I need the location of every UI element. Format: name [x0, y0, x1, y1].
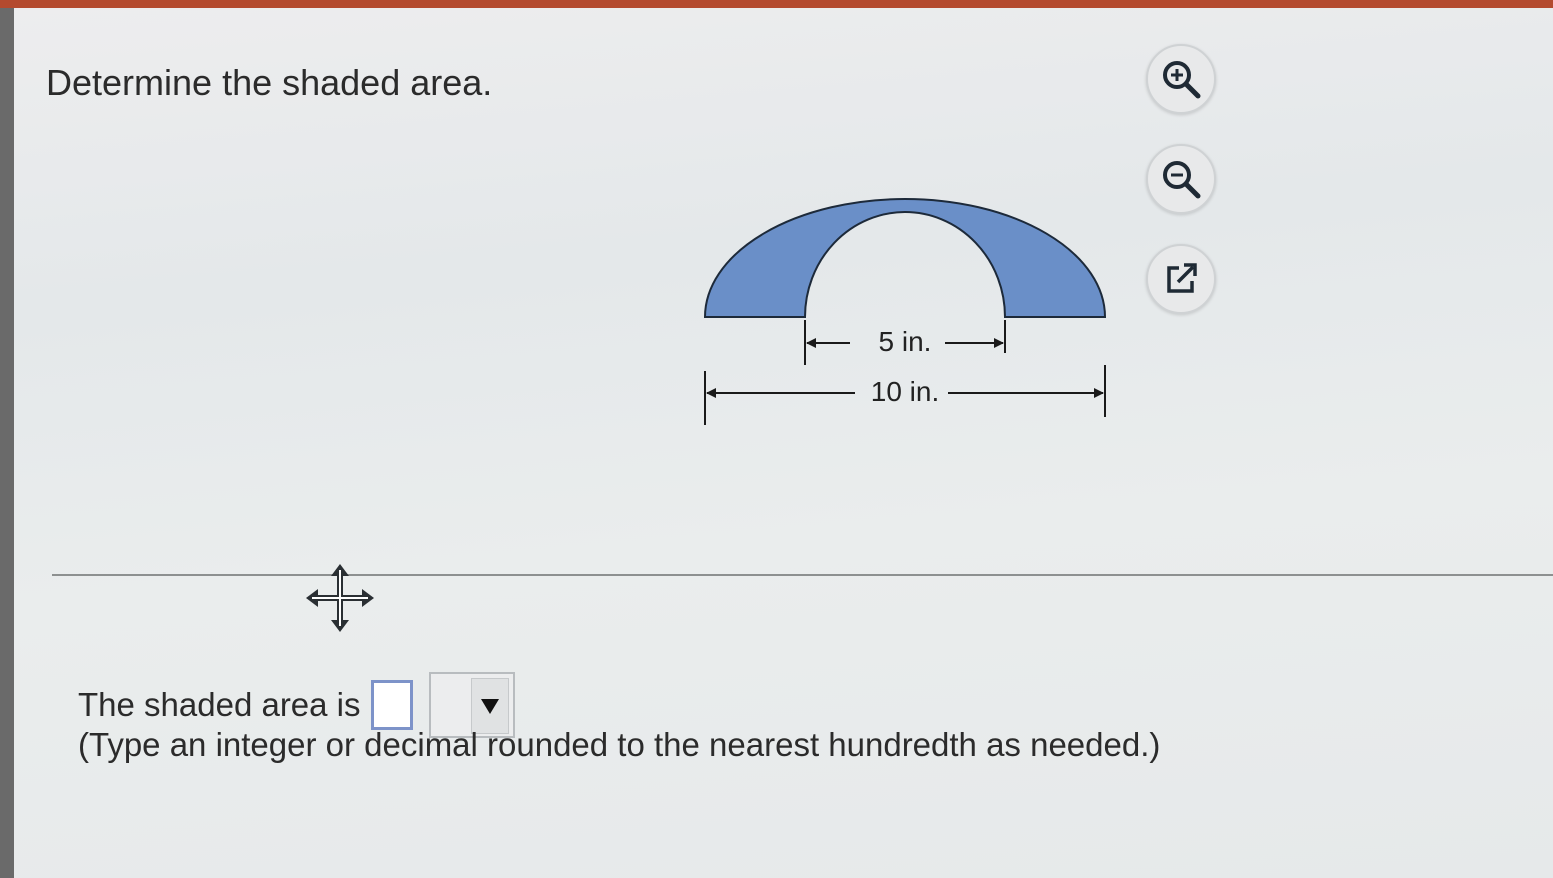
- zoom-out-button[interactable]: [1146, 144, 1216, 214]
- answer-hint: (Type an integer or decimal rounded to t…: [78, 726, 1161, 763]
- popout-icon: [1167, 263, 1197, 293]
- inner-dimension-label: 5 in.: [879, 326, 932, 357]
- left-edge-bar: [0, 8, 14, 878]
- move-handle[interactable]: [304, 562, 376, 634]
- triangle-down-icon: [480, 699, 499, 714]
- zoom-in-icon: [1163, 61, 1201, 99]
- move-icon: [306, 564, 374, 632]
- shaded-area-input[interactable]: [370, 680, 413, 730]
- answer-label: The shaded area is: [78, 686, 361, 723]
- zoom-in-button[interactable]: [1146, 44, 1216, 114]
- section-divider: [52, 574, 1553, 576]
- top-accent-bar: [0, 0, 1553, 8]
- figure: 5 in. 10 in.: [690, 95, 1120, 440]
- shaded-region: [703, 198, 1107, 318]
- outer-dimension-label: 10 in.: [871, 376, 940, 407]
- figure-svg: 5 in. 10 in.: [703, 198, 1107, 425]
- question-prompt: Determine the shaded area.: [46, 62, 493, 103]
- popout-button[interactable]: [1146, 244, 1216, 314]
- zoom-out-icon: [1163, 161, 1201, 199]
